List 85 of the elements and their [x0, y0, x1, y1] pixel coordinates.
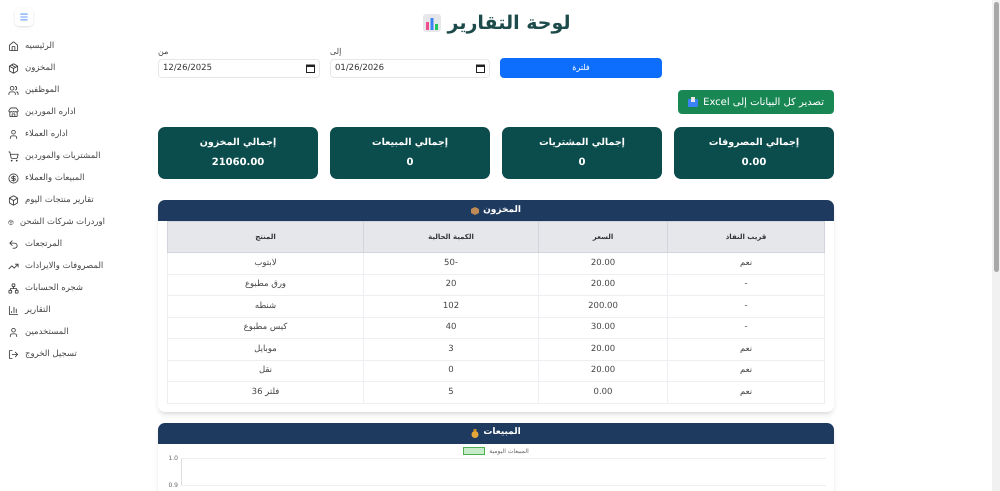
money-bag-icon: [471, 428, 480, 438]
sidebar-item[interactable]: اوردرات شركات الشحن: [8, 214, 105, 231]
table-cell: -: [668, 274, 824, 296]
sidebar-item[interactable]: تقارير منتجات اليوم: [8, 192, 105, 209]
chart-icon: [422, 13, 442, 33]
table-cell: 20.00: [538, 338, 668, 360]
box-icon: [471, 206, 480, 214]
table-cell: نعم: [668, 360, 824, 382]
table-cell: لابتوب: [168, 252, 364, 274]
table-cell: -50: [364, 252, 538, 274]
trend-icon: [8, 261, 19, 272]
page-title: لوحة التقارير: [448, 10, 570, 36]
package-icon: [8, 217, 14, 228]
card-value: 0: [578, 156, 586, 170]
sidebar-item[interactable]: اداره الموردين: [8, 104, 105, 121]
user-icon: [8, 327, 19, 338]
sidebar-item[interactable]: شجره الحسابات: [8, 280, 105, 297]
table-cell: شنطه: [168, 296, 364, 317]
panel-title: المبيعات: [483, 426, 521, 440]
sidebar-item[interactable]: التقارير: [8, 302, 105, 319]
field-label: إلى: [330, 46, 342, 58]
sidebar-item[interactable]: المصروفات والايرادات: [8, 258, 105, 275]
sidebar-item[interactable]: المخزون: [8, 60, 105, 77]
table-cell: نعم: [668, 252, 824, 274]
export-button[interactable]: تصدير كل البيانات إلى Excel: [678, 90, 834, 114]
panel-title: المخزون: [483, 204, 521, 217]
cart-icon: [8, 151, 19, 162]
card-value: 21060.00: [212, 156, 264, 170]
table-cell: 20.00: [538, 274, 668, 296]
table-cell: 40: [364, 317, 538, 338]
users-icon: [8, 85, 19, 96]
table-cell: 20: [364, 274, 538, 296]
card-label: إجمالي المخزون: [200, 136, 276, 150]
sidebar-item[interactable]: المبيعات والعملاء: [8, 170, 105, 187]
store-icon: [8, 107, 19, 118]
date-field[interactable]: 12/26/2025: [158, 59, 320, 78]
card-label: إجمالي المصروفات: [708, 136, 800, 150]
table-cell: 102: [364, 296, 538, 317]
table-cell: كيس مطبوع: [168, 317, 364, 338]
sidebar-item[interactable]: المستخدمين: [8, 324, 105, 341]
undo-icon: [8, 239, 19, 250]
table-cell: 0.00: [538, 382, 668, 403]
table-cell: 30.00: [538, 317, 668, 338]
table-cell: -: [668, 296, 824, 317]
scrollbar[interactable]: [992, 0, 1000, 491]
sidebar-item[interactable]: المشتريات والموردين: [8, 148, 105, 165]
home-icon: [8, 41, 19, 52]
box-icon: [8, 195, 19, 206]
table-cell: 5: [364, 382, 538, 403]
filter-button[interactable]: فلترة: [500, 58, 662, 78]
card-value: 0.00: [742, 156, 766, 170]
table-cell: -: [668, 317, 824, 338]
sidebar-item[interactable]: الرئيسيه: [8, 38, 105, 55]
inbox-icon: [688, 97, 698, 107]
table-cell: 20.00: [538, 252, 668, 274]
field-label: من: [158, 46, 170, 58]
card-value: 0: [406, 156, 414, 170]
calendar-icon: [306, 64, 315, 73]
sidebar-item[interactable]: تسجيل الخروج: [8, 346, 105, 363]
y-axis-line: [181, 458, 182, 486]
table-cell: نعم: [668, 338, 824, 360]
table-cell: 200.00: [538, 296, 668, 317]
sidebar-item[interactable]: الموظفين: [8, 82, 105, 99]
package-icon: [8, 63, 19, 74]
sidebar-item[interactable]: المرتجعات: [8, 236, 105, 253]
user-icon: [8, 129, 19, 140]
table-cell: نقل: [168, 360, 364, 382]
menu-icon: [19, 12, 29, 22]
sidebar-item[interactable]: اداره العملاء: [8, 126, 105, 143]
table-cell: 3: [364, 338, 538, 360]
hierarchy-icon: [8, 283, 19, 294]
table-cell: 20.00: [538, 360, 668, 382]
table-cell: ورق مطبوع: [168, 274, 364, 296]
calendar-icon: [476, 64, 485, 73]
logout-icon: [8, 349, 19, 360]
menu-button[interactable]: [15, 8, 33, 26]
table-cell: نعم: [668, 382, 824, 403]
card-label: إجمالي المبيعات: [372, 136, 448, 150]
dollar-icon: [8, 173, 19, 184]
table-cell: 0: [364, 360, 538, 382]
table-cell: فلتر 36: [168, 382, 364, 403]
table-cell: موبايل: [168, 338, 364, 360]
card-label: إجمالي المشتريات: [539, 136, 625, 150]
date-field[interactable]: 01/26/2026: [330, 59, 490, 78]
bar-chart-icon: [8, 305, 19, 316]
